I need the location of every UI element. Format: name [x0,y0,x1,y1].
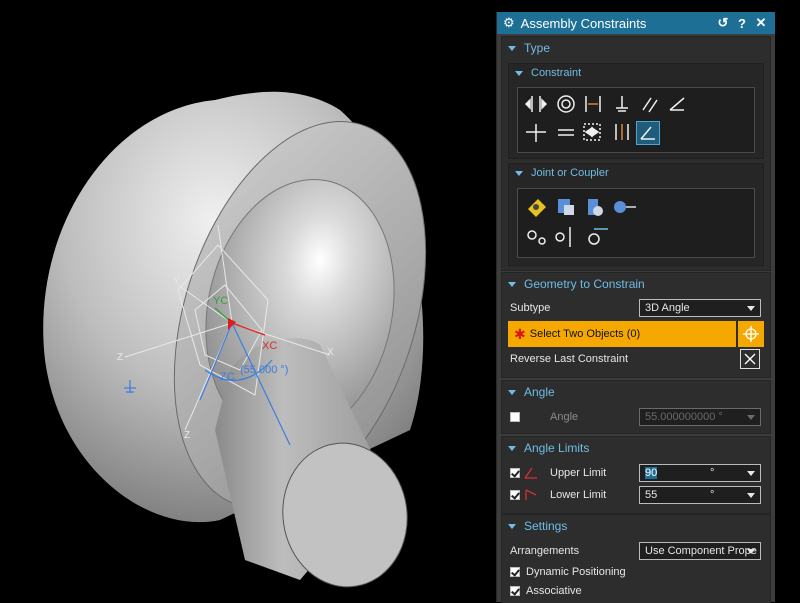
align-lock-icon [526,124,546,142]
dialog-title: Assembly Constraints [520,15,647,31]
upper-limit-field[interactable]: 90 ° [639,464,761,482]
rack-pinion-icon [555,227,571,247]
type-section-header[interactable]: Type [502,37,770,59]
subtype-dropdown[interactable]: 3D Angle [639,299,761,317]
lower-limit-icon [525,489,537,500]
distance-icon [585,96,601,112]
angle-icon [640,126,655,140]
arrangements-dropdown[interactable]: Use Component Prope [639,542,761,560]
arrangements-label: Arrangements [510,545,580,557]
gear-icon: ⚙ [503,15,515,30]
center-icon [615,124,629,140]
crosshair-icon [743,326,759,342]
model-render [43,91,427,588]
upper-limit-checkbox[interactable] [510,468,520,478]
associative-checkbox[interactable] [510,586,520,596]
parallel-icon [642,97,658,113]
required-star-icon: ✱ [514,325,526,342]
cable-coupler-icon [588,228,608,245]
angle-limits-section-header[interactable]: Angle Limits [502,437,770,459]
reverse-label: Reverse Last Constraint [510,353,628,365]
constraint-group: Constraint [508,63,764,159]
graphics-viewport[interactable]: YC XC ZC (55.000 °) Y Y Z Z X [0,0,496,602]
joint-coupler-group: Joint or Coupler [508,163,764,266]
geometry-section: Geometry to Constrain Subtype 3D Angle ✱… [501,272,771,378]
constraint-group-header[interactable]: Constraint [509,64,763,82]
lower-limit-checkbox[interactable] [510,490,520,500]
point-dialog-button[interactable] [738,321,764,347]
lower-limit-field[interactable]: 55 ° [639,486,761,504]
fit-icon [558,129,574,136]
cylindrical-joint-icon [588,199,603,216]
close-icon[interactable]: ✕ [753,15,769,31]
dynamic-positioning-row: Dynamic Positioning [510,562,764,582]
constraint-icon-grid [517,87,755,153]
label-y-top: Y [214,209,221,220]
perpendicular-icon [669,97,685,111]
angle-limits-section: Angle Limits Upper Limit 90 ° Lower Limi… [501,436,771,514]
settings-section: Settings Arrangements Use Component Prop… [501,514,771,603]
type-section: Type Constraint Joint or Coupler [501,36,771,271]
touch-align-icon [524,96,548,112]
reset-icon[interactable]: ↺ [715,15,731,31]
reverse-row: Reverse Last Constraint [510,349,764,369]
revolute-joint-icon [528,199,546,217]
label-x-right: X [327,347,334,358]
settings-section-header[interactable]: Settings [502,515,770,537]
bond-icon [583,123,601,141]
geometry-section-header[interactable]: Geometry to Constrain [502,273,770,295]
angle-section-header[interactable]: Angle [502,381,770,403]
label-zc: ZC [220,371,235,383]
lower-limit-label: Lower Limit [550,489,607,501]
fix-icon [616,96,628,112]
label-yc: YC [213,295,229,307]
slider-joint-icon [558,199,574,215]
dialog-title-bar[interactable]: ⚙ Assembly Constraints ↺ ? ✕ [497,12,775,34]
upper-limit-label: Upper Limit [550,467,607,479]
reverse-button[interactable] [740,349,760,369]
associative-row: Associative [510,581,764,601]
angle-value-field: 55.000000000 ° [639,408,761,426]
label-angle: (55.000 °) [240,364,289,376]
ball-joint-icon [614,201,636,213]
angle-label: Angle [550,411,579,423]
help-icon[interactable]: ? [734,15,750,31]
joint-icon-grid [517,188,755,258]
concentric-icon [557,95,575,113]
angle-checkbox[interactable] [510,412,520,422]
label-y-left: Y [173,276,180,287]
dynamic-positioning-checkbox[interactable] [510,567,520,577]
label-z-left: Z [117,352,124,363]
label-xc: XC [262,340,278,352]
joint-coupler-group-header[interactable]: Joint or Coupler [509,164,763,182]
select-objects-bar[interactable]: ✱ Select Two Objects (0) [508,321,736,347]
dynamic-positioning-label: Dynamic Positioning [526,566,626,578]
reverse-icon [744,353,756,365]
associative-label: Associative [526,585,582,597]
label-z-bottom: Z [184,430,191,441]
angle-constraint-button[interactable] [636,121,660,145]
angle-section: Angle Angle 55.000000000 ° [501,380,771,434]
assembly-constraints-dialog: ⚙ Assembly Constraints ↺ ? ✕ Type Constr… [496,12,775,603]
upper-limit-icon [524,467,537,479]
gear-coupler-icon [527,230,546,245]
subtype-label: Subtype [510,302,551,314]
